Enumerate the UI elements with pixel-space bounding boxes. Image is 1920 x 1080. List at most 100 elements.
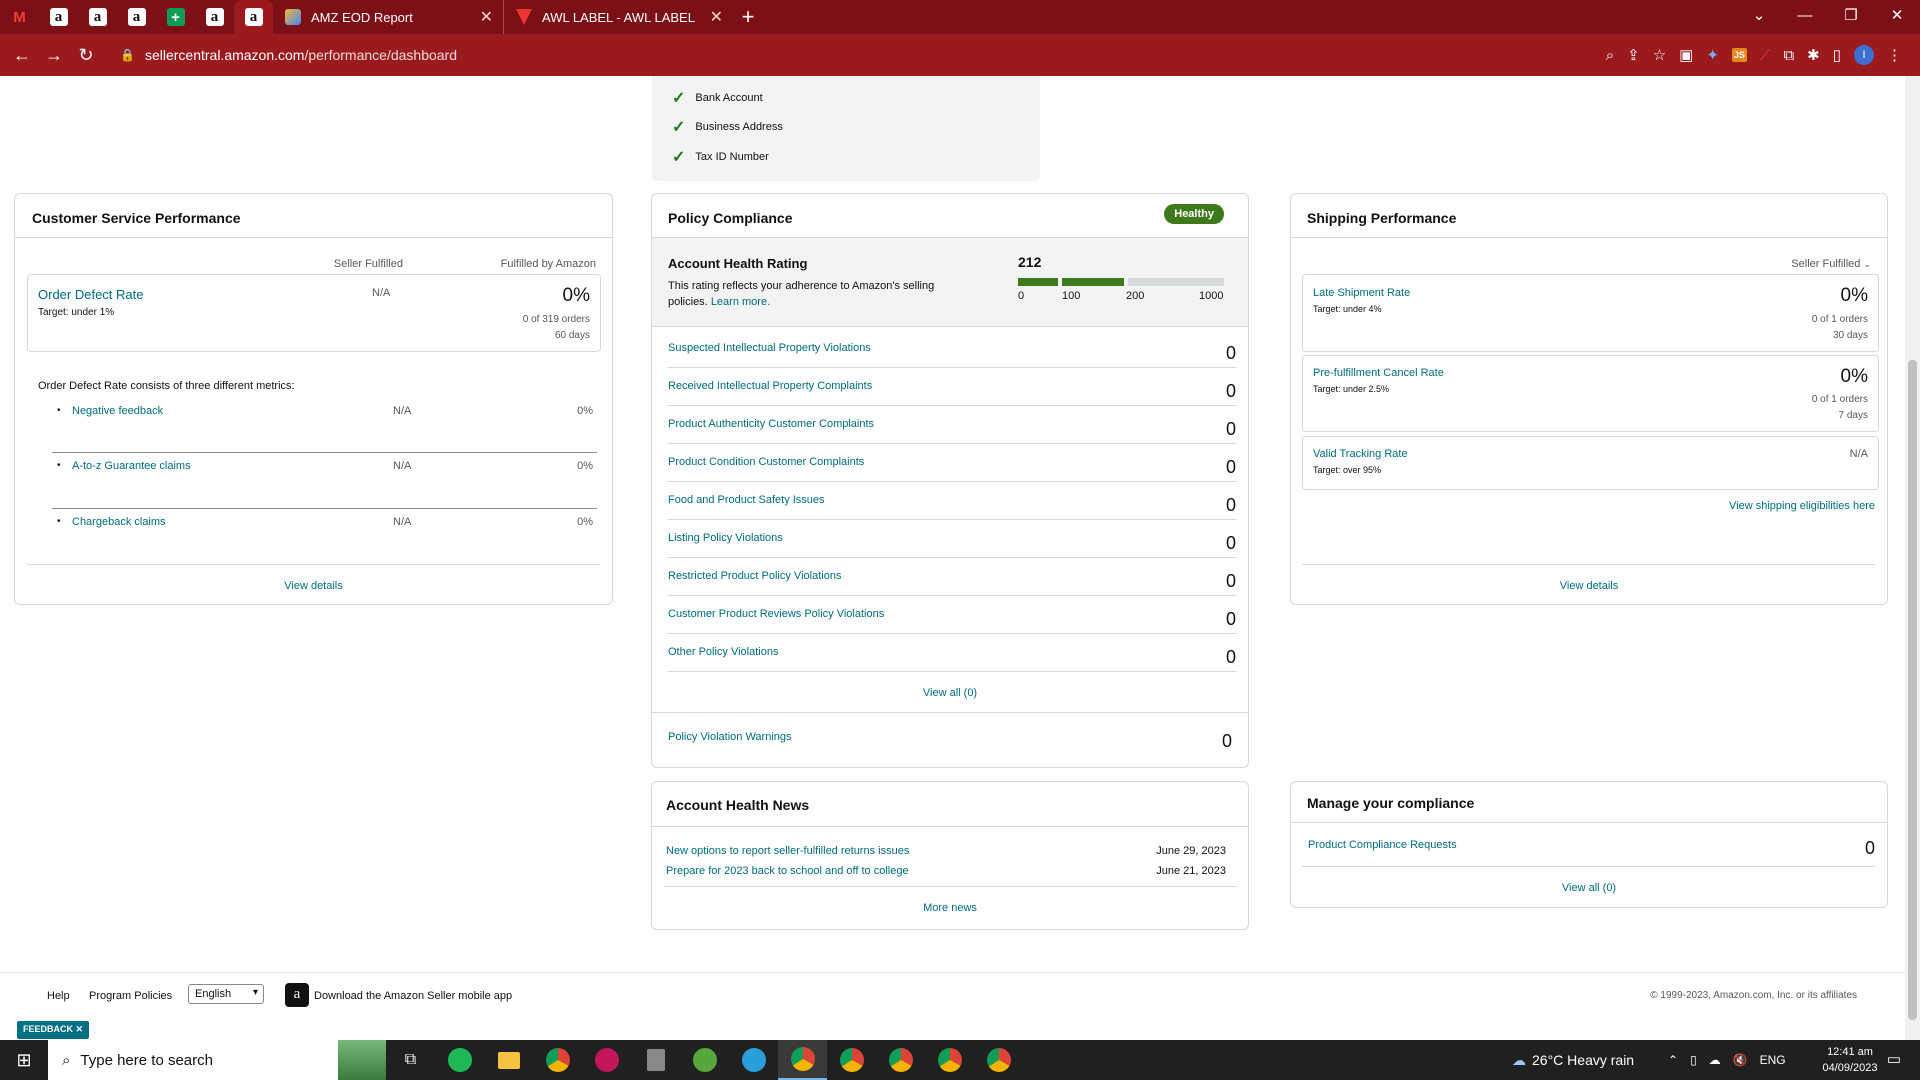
close-tab-icon[interactable]: ✕ — [480, 7, 493, 27]
zoom-icon[interactable]: ⌕ — [1606, 47, 1614, 64]
chrome-profile-active-icon[interactable] — [778, 1040, 827, 1080]
address-bar[interactable]: 🔒 sellercentral.amazon.com/performance/d… — [108, 40, 1528, 70]
feedback-button[interactable]: FEEDBACK ✕ — [17, 1021, 90, 1039]
download-app-link[interactable]: Download the Amazon Seller mobile app — [314, 990, 512, 1002]
new-tab-button[interactable]: + — [733, 0, 763, 34]
pre-fulfillment-cancel-rate-link[interactable]: Pre-fulfillment Cancel Rate — [1313, 367, 1444, 379]
amazon-app-icon[interactable]: a — [285, 983, 309, 1007]
violation-link[interactable]: Product Condition Customer Complaints — [668, 456, 864, 468]
order-defect-rate-link[interactable]: Order Defect Rate — [38, 287, 144, 302]
news-link[interactable]: Prepare for 2023 back to school and off … — [666, 865, 909, 877]
verification-item: ✓ Bank Account — [672, 88, 763, 108]
pinned-tab-gmail[interactable]: M — [0, 0, 39, 34]
star-icon[interactable]: ☆ — [1653, 46, 1666, 64]
pinned-tab-sheets[interactable]: + — [156, 0, 195, 34]
reload-icon[interactable]: ↻ — [70, 45, 102, 66]
tab-awl-label[interactable]: AWL LABEL - AWL LABEL ✕ — [503, 0, 733, 34]
pinned-tab-amazon[interactable]: a — [117, 0, 156, 34]
volume-muted-icon[interactable]: 🔇 — [1733, 1053, 1748, 1067]
violation-link[interactable]: Food and Product Safety Issues — [668, 494, 825, 506]
a-to-z-claims-link[interactable]: A-to-z Guarantee claims — [72, 460, 191, 472]
policy-violation-warnings-link[interactable]: Policy Violation Warnings — [668, 731, 792, 743]
amazon-icon: a — [127, 8, 146, 26]
language-select[interactable]: English ▾ — [188, 984, 264, 1004]
weather-text: 26°C Heavy rain — [1532, 1052, 1635, 1068]
product-compliance-requests-link[interactable]: Product Compliance Requests — [1308, 839, 1457, 851]
gmail-icon: M — [13, 8, 26, 26]
bullet: • — [57, 460, 61, 471]
more-news-link[interactable]: More news — [652, 902, 1248, 914]
search-placeholder: Type here to search — [80, 1051, 213, 1069]
help-link[interactable]: Help — [47, 990, 70, 1002]
tab-search-icon[interactable]: ⌄ — [1736, 0, 1782, 34]
view-all-violations-link[interactable]: View all (0) — [652, 687, 1248, 699]
page-scrollbar[interactable] — [1905, 76, 1920, 1040]
view-details-link[interactable]: View details — [1291, 580, 1887, 592]
valid-tracking-rate-link[interactable]: Valid Tracking Rate — [1313, 448, 1408, 460]
chrome-profile-icon[interactable] — [974, 1040, 1023, 1080]
calculator-icon[interactable] — [631, 1040, 680, 1080]
program-policies-link[interactable]: Program Policies — [89, 990, 172, 1002]
share-icon[interactable]: ⇪ — [1627, 46, 1640, 64]
profile-avatar[interactable]: I — [1854, 45, 1874, 65]
js-extension-icon[interactable]: JS — [1731, 48, 1747, 62]
language-indicator[interactable]: ENG — [1760, 1053, 1786, 1067]
metric-value: 0% — [1840, 285, 1868, 306]
violation-link[interactable]: Restricted Product Policy Violations — [668, 570, 841, 582]
chrome-icon[interactable] — [533, 1040, 582, 1080]
violation-row: Food and Product Safety Issues 0 — [668, 482, 1236, 520]
chrome-profile-icon[interactable] — [827, 1040, 876, 1080]
fulfillment-filter-dropdown[interactable]: Seller Fulfilled ⌄ — [1791, 258, 1871, 270]
device-icon[interactable]: ▯ — [1690, 1053, 1697, 1067]
chrome-profile-icon[interactable] — [925, 1040, 974, 1080]
pinned-tab-amazon[interactable]: a — [78, 0, 117, 34]
close-window-icon[interactable]: ✕ — [1874, 0, 1920, 34]
restore-icon[interactable]: ❐ — [1828, 0, 1874, 34]
chrome-profile-icon[interactable] — [876, 1040, 925, 1080]
weather-widget[interactable]: ☁ 26°C Heavy rain — [1512, 1040, 1634, 1080]
onedrive-icon[interactable]: ☁ — [1709, 1053, 1721, 1067]
extensions-icon[interactable]: ✱ — [1807, 46, 1820, 64]
task-view-icon[interactable]: ⧉ — [386, 1040, 435, 1080]
app-pink-icon[interactable] — [582, 1040, 631, 1080]
back-icon[interactable]: ← — [6, 45, 38, 66]
forward-icon[interactable]: → — [38, 45, 70, 66]
view-all-compliance-link[interactable]: View all (0) — [1291, 882, 1887, 894]
side-panel-icon[interactable]: ▯ — [1833, 46, 1841, 64]
extension-red-icon[interactable]: ⟋ — [1760, 47, 1771, 64]
violation-link[interactable]: Received Intellectual Property Complaint… — [668, 380, 872, 392]
pinned-tab-amazon-active[interactable]: a — [234, 0, 273, 34]
negative-feedback-link[interactable]: Negative feedback — [72, 405, 163, 417]
telegram-icon[interactable] — [729, 1040, 778, 1080]
violation-link[interactable]: Other Policy Violations — [668, 646, 778, 658]
extension-off-icon[interactable]: ▣ — [1679, 46, 1693, 64]
notifications-icon[interactable]: ▭ — [1874, 1040, 1914, 1080]
learn-more-link[interactable]: Learn more. — [711, 296, 770, 308]
account-health-news-card: Account Health News New options to repor… — [651, 781, 1249, 930]
pinned-tab-amazon[interactable]: a — [195, 0, 234, 34]
file-explorer-icon[interactable] — [484, 1040, 533, 1080]
chargeback-claims-link[interactable]: Chargeback claims — [72, 516, 166, 528]
utorrent-icon[interactable] — [680, 1040, 729, 1080]
card-title: Account Health News — [666, 797, 810, 813]
windows-start-icon[interactable]: ⊞ — [0, 1050, 48, 1071]
late-shipment-rate-link[interactable]: Late Shipment Rate — [1313, 287, 1410, 299]
violation-link[interactable]: Product Authenticity Customer Complaints — [668, 418, 874, 430]
taskbar-search-box[interactable]: ⌕ Type here to search — [48, 1040, 338, 1080]
extension-puzzle-blue-icon[interactable]: ✦ — [1706, 46, 1719, 64]
pinned-tab-amazon[interactable]: a — [39, 0, 78, 34]
menu-icon[interactable]: ⋮ — [1887, 46, 1902, 64]
violation-link[interactable]: Customer Product Reviews Policy Violatio… — [668, 608, 884, 620]
scrollbar-thumb[interactable] — [1908, 360, 1917, 1020]
tab-amz-eod-report[interactable]: AMZ EOD Report ✕ — [273, 0, 503, 34]
minimize-icon[interactable]: — — [1782, 0, 1828, 34]
violation-link[interactable]: Suspected Intellectual Property Violatio… — [668, 342, 871, 354]
chevron-up-icon[interactable]: ⌃ — [1668, 1053, 1678, 1067]
shipping-eligibilities-link[interactable]: View shipping eligibilities here — [1729, 500, 1875, 512]
extension-box-icon[interactable]: ⧉ — [1783, 47, 1794, 64]
violation-link[interactable]: Listing Policy Violations — [668, 532, 783, 544]
spotify-icon[interactable] — [435, 1040, 484, 1080]
view-details-link[interactable]: View details — [15, 580, 612, 592]
news-link[interactable]: New options to report seller-fulfilled r… — [666, 845, 909, 857]
close-tab-icon[interactable]: ✕ — [710, 7, 723, 27]
